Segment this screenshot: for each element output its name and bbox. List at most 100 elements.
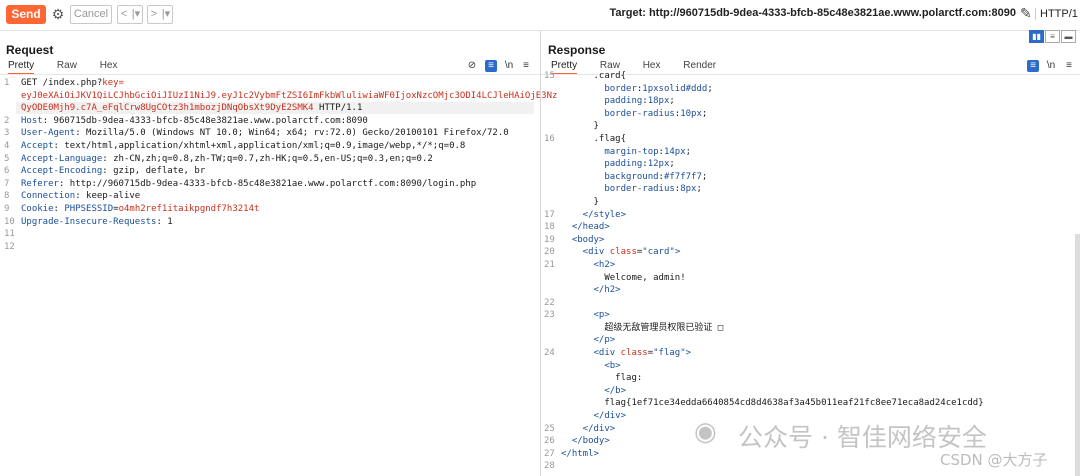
code-token: ;	[696, 184, 702, 195]
request-code-line: QyODE0Mjh9.c7A_eFqlCrw8UgCOtz3h1mbozjDNq…	[4, 102, 536, 115]
response-code-line: 22	[544, 297, 1072, 310]
code-token: ;	[669, 96, 675, 107]
response-editor[interactable]: 15 .card{ border:1pxsolid#ddd; padding:1…	[544, 70, 1072, 473]
request-tabs: Pretty Raw Hex	[8, 60, 138, 75]
code-token: Referer	[21, 178, 59, 189]
response-code-line: 超级无敌管理员权限已验证 □	[544, 322, 1072, 335]
request-code-line: 11	[4, 228, 536, 241]
line-number: 27	[544, 448, 555, 459]
response-code-line: flag{1ef71ce34edda6640854cd8d4638af3a45b…	[544, 397, 1072, 410]
code-token: </head>	[561, 222, 610, 233]
code-token: .card{	[561, 71, 627, 81]
line-code: eyJ0eXAiOiJKV1QiLCJhbGciOiJIUzI1NiJ9.eyJ…	[21, 90, 557, 103]
code-token: Accept	[21, 140, 54, 151]
code-token: >	[685, 348, 692, 359]
code-token: 14px	[663, 146, 686, 157]
pane-divider[interactable]	[540, 31, 541, 476]
line-number: 11	[4, 229, 15, 240]
line-code: </p>	[561, 334, 616, 347]
code-token: 8px	[680, 184, 697, 195]
line-code: <div class="flag">	[561, 347, 692, 360]
back-button[interactable]: <	[117, 5, 131, 24]
code-token: <div	[561, 247, 610, 258]
response-code-line: 20 <div class="card">	[544, 246, 1072, 259]
request-code-line: 7 Referer: http://960715db-9dea-4333-bfcb…	[4, 178, 536, 191]
request-code-line: 3 User-Agent: Mozilla/5.0 (Windows NT 10.…	[4, 127, 536, 140]
code-token: : keep-alive	[75, 191, 141, 202]
response-code-line: 15 .card{	[544, 70, 1072, 83]
code-token: border-radius	[561, 108, 675, 119]
request-tab-hex[interactable]: Hex	[100, 60, 118, 73]
code-token: >	[674, 247, 681, 258]
code-token: flag{1ef71ce34edda6640854cd8d4638af3a45b…	[561, 398, 984, 409]
code-token: : 960715db-9dea-4333-bfcb-85c48e3821ae.w…	[42, 115, 368, 126]
layout-single-icon[interactable]: ▬	[1061, 30, 1076, 43]
hide-nonprintable-eye-icon[interactable]: ⊘	[466, 60, 478, 72]
code-token: </div>	[561, 423, 616, 434]
response-code-line: padding:12px;	[544, 158, 1072, 171]
forward-dropdown-button[interactable]: |▾	[160, 5, 173, 24]
line-number: 22	[544, 297, 555, 308]
line-code: <div class="card">	[561, 246, 681, 259]
code-token: PHPSESSID	[64, 203, 114, 214]
code-token: QyODE0Mjh9.c7A_eFqlCrw8UgCOtz3h1mbozjDNq…	[21, 103, 314, 114]
http-version-selector[interactable]: HTTP/1	[1035, 8, 1080, 20]
cancel-button[interactable]: Cancel	[70, 5, 112, 24]
wechat-icon: ◉	[694, 417, 717, 447]
request-code-line: 2 Host: 960715db-9dea-4333-bfcb-85c48e382…	[4, 115, 536, 128]
line-number: 16	[544, 133, 555, 144]
code-token: .flag{	[561, 133, 627, 144]
code-token: class	[620, 348, 648, 359]
code-token: ;	[701, 108, 708, 119]
line-code: Accept: text/html,application/xhtml+xml,…	[21, 140, 465, 153]
code-token: GET /index.php?	[21, 78, 103, 88]
request-editor[interactable]: 1 GET /index.php?key= eyJ0eXAiOiJKV1QiLCJh…	[4, 77, 557, 253]
back-dropdown-button[interactable]: |▾	[130, 5, 143, 24]
line-code: <h2>	[561, 259, 616, 272]
code-token: eyJ0eXAiOiJKV1QiLCJhbGciOiJIUzI1NiJ9.eyJ…	[21, 90, 558, 101]
request-code-line: 5 Accept-Language: zh-CN,zh;q=0.8,zh-TW;q…	[4, 153, 536, 166]
line-number: 18	[544, 222, 555, 233]
line-code: GET /index.php?key=	[21, 77, 124, 90]
request-newline-toggle[interactable]: \n	[503, 60, 515, 72]
line-code: User-Agent: Mozilla/5.0 (Windows NT 10.0…	[21, 127, 509, 140]
code-token: border-radius	[561, 184, 675, 195]
settings-gear-icon[interactable]: ⚙	[50, 5, 66, 23]
request-menu-icon[interactable]: ≡	[520, 60, 532, 72]
code-token: }	[561, 121, 599, 132]
line-number: 1	[4, 78, 10, 88]
code-token: border	[561, 83, 637, 94]
line-code: QyODE0Mjh9.c7A_eFqlCrw8UgCOtz3h1mbozjDNq…	[21, 102, 362, 115]
line-code: margin-top:14px;	[561, 146, 691, 159]
response-code-line: background:#f7f7f7;	[544, 171, 1072, 184]
request-code-line: 10 Upgrade-Insecure-Requests: 1	[4, 216, 536, 229]
response-code-line: 18 </head>	[544, 221, 1072, 234]
response-code-line: 23 <p>	[544, 309, 1072, 322]
line-number: 21	[544, 259, 555, 270]
response-code-line: </p>	[544, 334, 1072, 347]
line-code: Welcome, admin!	[561, 272, 685, 285]
code-token: </body>	[561, 436, 610, 447]
forward-button[interactable]: >	[147, 5, 161, 24]
edit-target-pencil-icon[interactable]: ✎	[1020, 5, 1034, 21]
request-tab-pretty[interactable]: Pretty	[8, 60, 35, 75]
code-token: <div	[561, 348, 621, 359]
code-token: :	[53, 203, 65, 214]
code-token: : http://960715db-9dea-4333-bfcb-85c48e3…	[58, 178, 477, 189]
request-tab-raw[interactable]: Raw	[57, 60, 77, 73]
send-button[interactable]: Send	[6, 5, 46, 24]
line-code: Cookie: PHPSESSID=o4mh2ref1itaikpgndf7h3…	[21, 203, 259, 216]
code-token: 10px	[680, 108, 702, 119]
line-code: Host: 960715db-9dea-4333-bfcb-85c48e3821…	[21, 115, 368, 128]
response-code-line: 21 <h2>	[544, 259, 1072, 272]
request-wrap-lines-icon[interactable]: ≡	[485, 60, 497, 72]
code-token: ;	[669, 159, 675, 170]
line-number: 5	[4, 153, 10, 164]
layout-side-by-side-icon[interactable]: ▮▮	[1029, 30, 1044, 43]
response-scrollbar[interactable]	[1075, 234, 1080, 476]
line-number: 4	[4, 140, 10, 151]
layout-stacked-icon[interactable]: ≡	[1045, 30, 1060, 43]
response-code-line: Welcome, admin!	[544, 272, 1072, 285]
response-code-line: <b>	[544, 360, 1072, 373]
request-code-line: 6 Accept-Encoding: gzip, deflate, br	[4, 165, 536, 178]
